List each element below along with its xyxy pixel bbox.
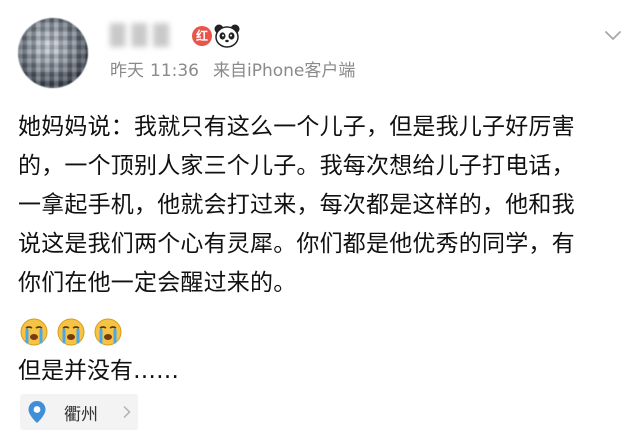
- username[interactable]: █ █ █: [110, 22, 186, 48]
- post-line: 她妈妈说：我就只有这么一个儿子，但是我儿子好厉害: [18, 114, 575, 140]
- post-line: 说这是我们两个心有灵犀。你们都是他优秀的同学，有: [18, 231, 575, 257]
- crying-emoji-icon: [94, 318, 122, 346]
- red-badge-icon: 红: [192, 26, 212, 46]
- post-time: 11:36: [150, 61, 199, 81]
- crying-emoji-icon: [20, 318, 48, 346]
- chevron-right-icon: [123, 406, 131, 418]
- post-source[interactable]: 来自iPhone客户端: [213, 61, 355, 81]
- post-body: 她妈妈说：我就只有这么一个儿子，但是我儿子好厉害 的，一个顶别人家三个儿子。我每…: [18, 108, 630, 303]
- post-line: 你们在他一定会醒过来的。: [18, 270, 297, 296]
- chevron-down-icon[interactable]: [604, 30, 622, 42]
- crying-emoji-icon: [57, 318, 85, 346]
- post-meta: 昨天 11:36 来自iPhone客户端: [110, 60, 355, 82]
- post-line: 一拿起手机，他就会打过来，每次都是这样的，他和我: [18, 192, 575, 218]
- emoji-row: [20, 318, 122, 346]
- weibo-post: █ █ █ 红 昨天 11:36 来自iPhone客户端 她妈妈说：我就只有这么一个…: [0, 0, 640, 447]
- post-day: 昨天: [110, 61, 144, 81]
- location-label: 衢州: [64, 404, 98, 425]
- post-line: 的，一个顶别人家三个儿子。我每次想给儿子打电话，: [18, 153, 575, 179]
- location-tag[interactable]: 衢州: [20, 394, 138, 430]
- user-avatar[interactable]: [18, 18, 88, 88]
- location-pin-icon: [20, 394, 54, 430]
- post-followup: 但是并没有……: [18, 358, 179, 384]
- panda-icon: [214, 24, 240, 48]
